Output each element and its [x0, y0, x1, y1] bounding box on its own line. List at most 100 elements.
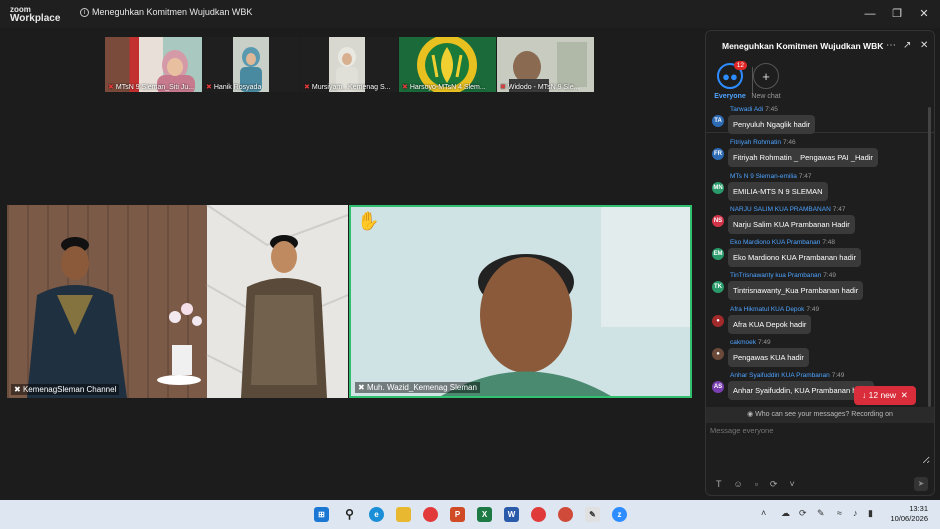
participant-name: Widodo - MTsN 9 Sle... [507, 84, 580, 91]
volume-icon[interactable]: ♪ [853, 508, 858, 518]
excel-icon[interactable]: X [477, 507, 492, 522]
close-chat-icon[interactable]: ✕ [920, 40, 928, 51]
chrome-profile-icon[interactable] [531, 507, 546, 522]
chrome-icon[interactable] [423, 507, 438, 522]
participant-thumbnail[interactable]: ✖ Widodo - MTsN 9 Sle... [497, 37, 594, 92]
title-bar: zoom Workplace i Meneguhkan Komitmen Wuj… [0, 0, 940, 28]
file-icon[interactable]: ▫ [755, 479, 758, 490]
participant-thumbnail[interactable]: ✖ Hanik Rosyada [203, 37, 300, 92]
search-icon[interactable]: ⚲ [342, 507, 357, 522]
cloud-icon[interactable]: ☁ [781, 508, 790, 519]
pen-icon[interactable]: ✎ [817, 508, 825, 519]
message-input[interactable] [710, 426, 930, 464]
popout-icon[interactable]: ↗ [903, 40, 911, 51]
sender-name[interactable]: Anhar Syaifuddin KUA Prambanan [730, 372, 830, 379]
sender-name[interactable]: Fitriyah Rohmatin [730, 139, 781, 146]
message-bubble[interactable]: Narju Salim KUA Prambanan Hadir [728, 214, 855, 234]
logo-line2: Workplace [10, 13, 61, 24]
windows-taskbar: ⊞ ⚲ e P X W ✎ z ˄ ☁ ⟳ ✎ ≈ ♪ ▮ 13:31 10/0… [0, 500, 940, 529]
more-options-icon[interactable]: ⋯ [886, 40, 896, 51]
dismiss-icon[interactable]: ✕ [896, 390, 908, 400]
chat-scrollbar[interactable] [928, 107, 931, 407]
sender-name[interactable]: NARJU SALIM KUA PRAMBANAN [730, 206, 831, 213]
chat-message: TA Tarwadi Adi 7:45 Penyuluh Ngaglik hadi… [706, 105, 928, 138]
mic-muted-icon: ✖ [304, 84, 310, 91]
zoom-taskbar-icon[interactable]: z [612, 507, 627, 522]
mic-muted-icon: ✖ [402, 84, 408, 91]
participant-name: MTsN 9 Sleman_Siti Ju... [115, 84, 195, 91]
plus-icon: + [753, 63, 779, 89]
sender-name[interactable]: Tarwadi Adi [730, 106, 763, 113]
sync-icon[interactable]: ⟳ [799, 508, 807, 519]
chat-message: EM Eko Mardiono KUA Prambanan 7:48 Eko Ma… [706, 238, 928, 271]
chevron-down-icon[interactable]: ˅ [789, 479, 794, 490]
participant-thumbnail[interactable]: ✖ MTsN 9 Sleman_Siti Ju... [105, 37, 202, 92]
eye-icon: ◉ [747, 411, 756, 418]
message-time: 7:49 [831, 372, 845, 380]
message-bubble[interactable]: Fitriyah Rohmatin _ Pengawas PAI _Hadir [728, 148, 878, 168]
mic-muted-icon: ✖ [206, 84, 212, 91]
composer-toolbar: T ☺ ▫ ⟳ ˅ [716, 479, 795, 490]
tab-new-chat[interactable]: + New chat [744, 63, 788, 100]
chat-message: TK TinTrisnawanty kua Prambanan 7:49 Tint… [706, 271, 928, 304]
word-icon[interactable]: W [504, 507, 519, 522]
new-messages-button[interactable]: ↓ 12 new ✕ [854, 386, 916, 405]
message-bubble[interactable]: EMILIA-MTS N 9 SLEMAN [728, 181, 828, 201]
start-icon[interactable]: ⊞ [314, 507, 329, 522]
participant-thumbnail[interactable]: ✖ Harsoyo-MTsN 4 Slem... [399, 37, 496, 92]
participant-thumbnail[interactable]: ✖ Mursiyam_ Kemenag S... [301, 37, 398, 92]
chat-message: FR Fitriyah Rohmatin 7:46 Fitriyah Rohmat… [706, 138, 928, 171]
message-time: 7:46 [782, 139, 796, 147]
send-button[interactable]: ➤ [914, 477, 928, 491]
chat-title: Meneguhkan Komitmen Wujudkan WBK [722, 41, 884, 51]
video-kemenag-channel[interactable]: ✖ KemenagSleman Channel [7, 205, 348, 398]
raised-hand-icon: ✋ [357, 211, 380, 231]
chevron-up-icon[interactable]: ˄ [761, 508, 766, 518]
avatar: NS [712, 214, 724, 227]
message-bubble[interactable]: Pengawas KUA hadir [728, 348, 809, 368]
pin-icon: ✖ [14, 385, 23, 394]
close-button[interactable]: ✕ [916, 6, 932, 22]
sender-name[interactable]: Eko Mardiono KUA Prambanan [730, 239, 820, 246]
message-time: 7:47 [832, 205, 846, 213]
sender-name[interactable]: MTs N 9 Sleman-emilia [730, 173, 797, 180]
participant-name: Harsoyo-MTsN 4 Slem... [409, 84, 486, 91]
edge-icon[interactable]: e [369, 507, 384, 522]
message-bubble[interactable]: Afra KUA Depok hadir [728, 314, 812, 334]
minimize-button[interactable]: — [862, 6, 878, 22]
message-time: 7:48 [822, 239, 835, 247]
meeting-title: Meneguhkan Komitmen Wujudkan WBK [92, 7, 253, 17]
battery-icon[interactable]: ▮ [868, 508, 873, 519]
sender-name[interactable]: Afra Hikmatul KUA Depok [730, 306, 804, 313]
mic-muted-icon: ✖ [500, 84, 506, 91]
message-composer: T ☺ ▫ ⟳ ˅ ➤ [706, 423, 934, 495]
message-bubble[interactable]: Tintrisnawanty_Kua Prambanan hadir [728, 281, 864, 301]
privacy-note[interactable]: ◉ Who can see your messages? Recording o… [706, 407, 934, 423]
meeting-info-icon[interactable]: i [80, 8, 89, 17]
message-bubble[interactable]: Anhar Syaifuddin, KUA Prambanan hadir [728, 381, 874, 401]
wifi-icon[interactable]: ≈ [837, 508, 842, 518]
video-label: Muh. Wazid_Kemenag Sleman [366, 383, 477, 392]
screenshot-icon[interactable]: ⟳ [770, 479, 778, 490]
format-text-icon[interactable]: T [716, 479, 722, 490]
message-bubble[interactable]: Eko Mardiono KUA Prambanan hadir [728, 248, 861, 268]
sender-name[interactable]: TinTrisnawanty kua Prambanan [730, 272, 821, 279]
file-explorer-icon[interactable] [396, 507, 411, 522]
message-time: 7:47 [798, 172, 812, 180]
powerpoint-icon[interactable]: P [450, 507, 465, 522]
chat-message: MN MTs N 9 Sleman-emilia 7:47 EMILIA-MTS … [706, 172, 928, 205]
message-bubble[interactable]: Penyuluh Ngaglik hadir [728, 115, 816, 134]
chat-message: ● Afra Hikmatul KUA Depok 7:49 Afra KUA D… [706, 305, 928, 338]
chat-message: NS NARJU SALIM KUA PRAMBANAN 7:47 Narju S… [706, 205, 928, 238]
avatar-photo: ● [712, 314, 724, 327]
video-active-speaker[interactable]: ✋ ✖ Muh. Wazid_Kemenag Sleman [349, 205, 692, 398]
avatar: TA [712, 115, 724, 127]
restore-button[interactable]: ❐ [889, 6, 905, 22]
emoji-icon[interactable]: ☺ [734, 479, 743, 490]
video-label: KemenagSleman Channel [22, 385, 117, 394]
chrome-profile-2-icon[interactable] [558, 507, 573, 522]
clock-time: 13:31 [909, 504, 928, 513]
app-icon[interactable]: ✎ [585, 507, 600, 522]
system-clock[interactable]: 13:31 10/06/2026 [890, 504, 928, 524]
sender-name[interactable]: cakmoek [730, 339, 756, 346]
